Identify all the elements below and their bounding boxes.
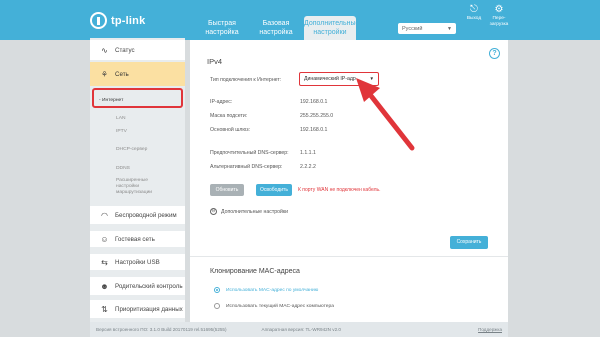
sidebar-item-network[interactable]: ⚘ Сеть bbox=[90, 62, 185, 86]
ip-label: IP-адрес: bbox=[210, 99, 233, 105]
firmware-version: Версия встроенного ПО: 3.1.0 Build 20170… bbox=[96, 327, 227, 332]
help-icon[interactable]: ? bbox=[489, 48, 500, 59]
sidebar-item-wireless[interactable]: ◠ Беспроводной режим bbox=[90, 206, 185, 224]
divider bbox=[190, 256, 508, 257]
tab-advanced[interactable]: Дополнительные настройки bbox=[304, 16, 359, 40]
expand-icon: ⊖ bbox=[210, 208, 217, 215]
pulse-icon: ∿ bbox=[101, 45, 108, 55]
advanced-settings-toggle[interactable]: ⊖ Дополнительные настройки bbox=[210, 208, 288, 215]
mask-value: 255.255.255.0 bbox=[300, 113, 334, 119]
secondary-dns-value: 2.2.2.2 bbox=[300, 164, 316, 170]
tp-link-logo: tp-link bbox=[90, 12, 145, 29]
tp-link-logo-icon bbox=[90, 12, 107, 29]
connection-type-label: Тип подключения к Интернет: bbox=[210, 77, 282, 83]
secondary-dns-label: Альтернативный DNS-сервер: bbox=[210, 164, 283, 170]
mac-clone-title: Клонирование MAC-адреса bbox=[210, 268, 300, 275]
radio-selected-icon bbox=[214, 287, 220, 293]
chevron-down-icon: ▼ bbox=[447, 25, 452, 32]
gateway-label: Основной шлюз: bbox=[210, 127, 251, 133]
primary-dns-label: Предпочтительный DNS-сервер: bbox=[210, 150, 289, 156]
sidebar-item-status[interactable]: ∿ Статус bbox=[90, 40, 185, 60]
language-select[interactable]: Русский ▼ bbox=[398, 23, 456, 34]
sidebar-item-usb[interactable]: ⇆ Настройки USB bbox=[90, 254, 185, 270]
ip-value: 192.168.0.1 bbox=[300, 99, 328, 105]
save-button[interactable]: Сохранить bbox=[450, 236, 488, 249]
radio-unselected-icon bbox=[214, 303, 220, 309]
support-link[interactable]: Поддержка bbox=[478, 327, 502, 332]
sidebar-item-guest[interactable]: ☺ Гостевая сеть bbox=[90, 231, 185, 247]
tab-basic[interactable]: Базовая настройка bbox=[252, 16, 300, 40]
guest-icon: ☺ bbox=[100, 234, 109, 244]
sidebar-sub-routing[interactable]: Расширенные настройки маршрутизации bbox=[90, 178, 160, 196]
sidebar-sub-dhcp[interactable]: DHCP-сервер bbox=[90, 147, 185, 153]
sidebar-sub-iptv[interactable]: IPTV bbox=[90, 129, 185, 135]
sidebar-sub-ddns[interactable]: DDNS bbox=[90, 166, 185, 172]
sidebar-item-parental[interactable]: ☻ Родительский контроль bbox=[90, 277, 185, 295]
tab-quick-setup[interactable]: Быстрая настройка bbox=[198, 16, 246, 40]
mask-label: Маска подсети: bbox=[210, 113, 248, 119]
error-message: К порту WAN не подключен кабель. bbox=[298, 187, 381, 193]
gear-icon: ⚙ bbox=[494, 4, 504, 15]
section-title-ipv4: IPv4 bbox=[207, 57, 223, 66]
main-panel: IPv4 ? Тип подключения к Интернет: Динам… bbox=[190, 40, 508, 330]
reboot-button[interactable]: ⚙ Пере- загрузка bbox=[484, 4, 514, 28]
annotation-highlight-box bbox=[92, 88, 183, 108]
annotation-arrow-icon bbox=[356, 78, 415, 151]
usb-icon: ⇆ bbox=[101, 257, 108, 267]
footer: Версия встроенного ПО: 3.1.0 Build 20170… bbox=[90, 322, 508, 337]
mac-default-option[interactable]: Использовать MAC-адрес по умолчанию bbox=[214, 287, 318, 293]
gateway-value: 192.168.0.1 bbox=[300, 127, 328, 133]
primary-dns-value: 1.1.1.1 bbox=[300, 150, 316, 156]
parental-icon: ☻ bbox=[100, 281, 109, 291]
mac-computer-option[interactable]: Использовать текущий MAC-адрес компьютер… bbox=[214, 303, 334, 309]
qos-icon: ⇅ bbox=[101, 304, 108, 314]
wifi-icon: ◠ bbox=[101, 210, 108, 220]
sidebar: ∿ Статус ⚘ Сеть - Интернет LAN IPTV DHCP… bbox=[90, 38, 185, 330]
renew-button[interactable]: Обновить bbox=[210, 184, 244, 196]
network-icon: ⚘ bbox=[100, 69, 109, 79]
hardware-version: Аппаратная версия: TL-WR942N v2.0 bbox=[261, 327, 341, 332]
release-button[interactable]: Освободить bbox=[256, 184, 292, 196]
sidebar-item-qos[interactable]: ⇅ Приоритизация данных bbox=[90, 300, 185, 318]
sidebar-sub-lan[interactable]: LAN bbox=[90, 116, 185, 122]
